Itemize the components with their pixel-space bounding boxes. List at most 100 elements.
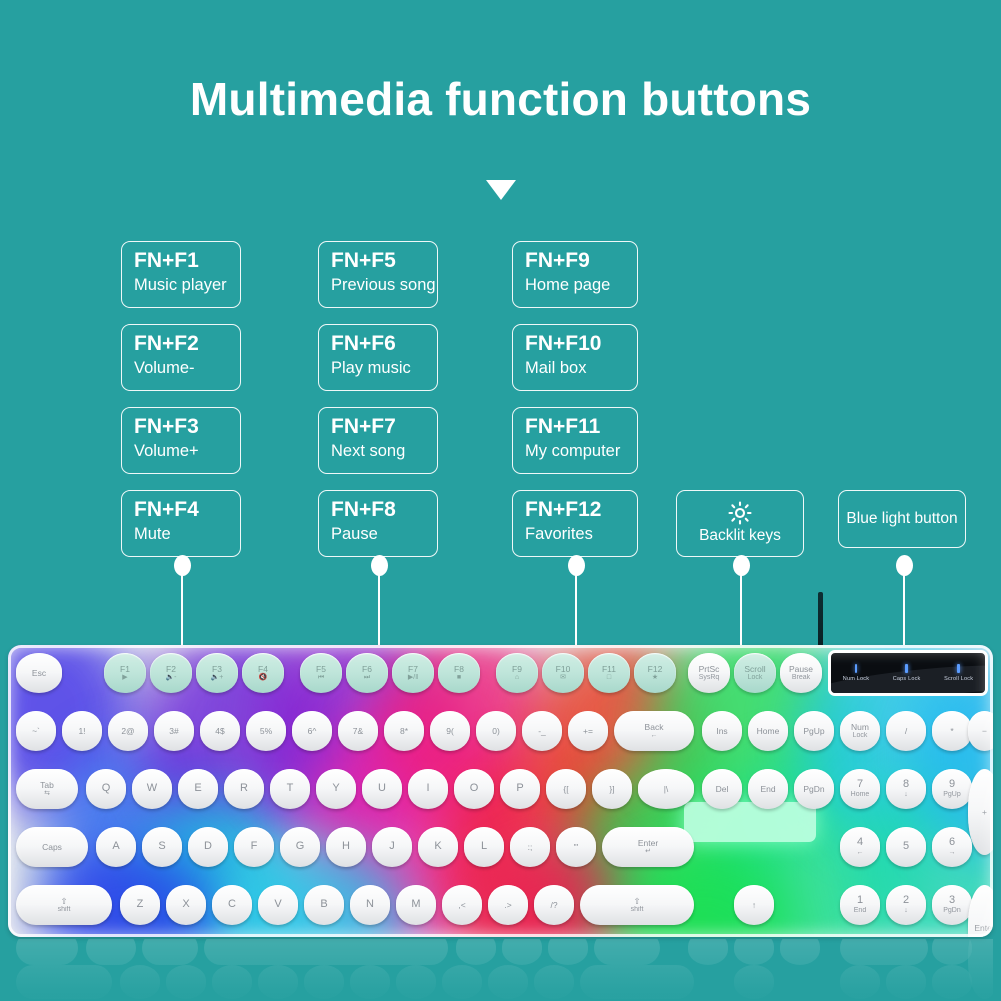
shortcut-card-fn-f6[interactable]: FN+F6 Play music <box>318 324 438 391</box>
key-tab[interactable]: Tab ⇆ <box>16 769 78 809</box>
shortcut-card-fn-f3[interactable]: FN+F3 Volume+ <box>121 407 241 474</box>
key-7[interactable]: 7 Home <box>840 769 880 809</box>
key-f6[interactable]: F6 ⏭ <box>346 653 388 693</box>
key-pgdn[interactable]: PgDn <box>794 769 834 809</box>
key-f12[interactable]: F12 ★ <box>634 653 676 693</box>
key-home[interactable]: Home <box>748 711 788 751</box>
backlit-keys-card[interactable]: Backlit keys <box>676 490 804 557</box>
key-[interactable]: -_ <box>522 711 562 751</box>
key-scroll[interactable]: Scroll Lock <box>734 653 776 693</box>
key-[interactable]: :; <box>510 827 550 867</box>
key-f9[interactable]: F9 ⌂ <box>496 653 538 693</box>
key-o[interactable]: O <box>454 769 494 809</box>
shortcut-card-fn-f11[interactable]: FN+F11 My computer <box>512 407 638 474</box>
key-m[interactable]: M <box>396 885 436 925</box>
key-f[interactable]: F <box>234 827 274 867</box>
shortcut-card-fn-f10[interactable]: FN+F10 Mail box <box>512 324 638 391</box>
key-ins[interactable]: Ins <box>702 711 742 751</box>
key-5[interactable]: 5% <box>246 711 286 751</box>
key-num[interactable]: Num Lock <box>840 711 880 751</box>
key-n[interactable]: N <box>350 885 390 925</box>
key-[interactable]: /? <box>534 885 574 925</box>
key-u[interactable]: U <box>362 769 402 809</box>
key-[interactable]: {[ <box>546 769 586 809</box>
key-d[interactable]: D <box>188 827 228 867</box>
key-r[interactable]: R <box>224 769 264 809</box>
key-[interactable]: − <box>968 711 993 751</box>
key-8[interactable]: 8* <box>384 711 424 751</box>
key-1[interactable]: 1! <box>62 711 102 751</box>
key-[interactable]: ⇧ shift <box>580 885 694 925</box>
key-prtsc[interactable]: PrtSc SysRq <box>688 653 730 693</box>
key-2[interactable]: 2 ↓ <box>886 885 926 925</box>
key-f2[interactable]: F2 🔈- <box>150 653 192 693</box>
shortcut-card-fn-f4[interactable]: FN+F4 Mute <box>121 490 241 557</box>
key-4[interactable]: 4 ← <box>840 827 880 867</box>
key-pgup[interactable]: PgUp <box>794 711 834 751</box>
key-5[interactable]: 5 <box>886 827 926 867</box>
key-[interactable]: "' <box>556 827 596 867</box>
key-3[interactable]: 3 PgDn <box>932 885 972 925</box>
key-8[interactable]: 8 ↓ <box>886 769 926 809</box>
key-9[interactable]: 9 PgUp <box>932 769 972 809</box>
key-f11[interactable]: F11 □ <box>588 653 630 693</box>
key-3[interactable]: 3# <box>154 711 194 751</box>
shortcut-card-fn-f1[interactable]: FN+F1 Music player <box>121 241 241 308</box>
shortcut-card-fn-f2[interactable]: FN+F2 Volume- <box>121 324 241 391</box>
shortcut-card-fn-f8[interactable]: FN+F8 Pause <box>318 490 438 557</box>
shortcut-card-fn-f5[interactable]: FN+F5 Previous song <box>318 241 438 308</box>
key-a[interactable]: A <box>96 827 136 867</box>
key-k[interactable]: K <box>418 827 458 867</box>
key-h[interactable]: H <box>326 827 366 867</box>
key-y[interactable]: Y <box>316 769 356 809</box>
shortcut-card-fn-f9[interactable]: FN+F9 Home page <box>512 241 638 308</box>
key-pause[interactable]: Pause Break <box>780 653 822 693</box>
key-i[interactable]: I <box>408 769 448 809</box>
key-g[interactable]: G <box>280 827 320 867</box>
key-[interactable]: }] <box>592 769 632 809</box>
key-l[interactable]: L <box>464 827 504 867</box>
key-4[interactable]: 4$ <box>200 711 240 751</box>
key-[interactable]: * <box>932 711 972 751</box>
key-1[interactable]: 1 End <box>840 885 880 925</box>
key-0[interactable]: 0) <box>476 711 516 751</box>
key-2[interactable]: 2@ <box>108 711 148 751</box>
shortcut-card-fn-f12[interactable]: FN+F12 Favorites <box>512 490 638 557</box>
key-6[interactable]: 6 → <box>932 827 972 867</box>
key-f10[interactable]: F10 ✉ <box>542 653 584 693</box>
key-[interactable]: += <box>568 711 608 751</box>
shortcut-card-fn-f7[interactable]: FN+F7 Next song <box>318 407 438 474</box>
key-f7[interactable]: F7 ▶/‖ <box>392 653 434 693</box>
key-c[interactable]: C <box>212 885 252 925</box>
key-back[interactable]: Back ← <box>614 711 694 751</box>
key-f3[interactable]: F3 🔈+ <box>196 653 238 693</box>
key-7[interactable]: 7& <box>338 711 378 751</box>
key-[interactable]: ,< <box>442 885 482 925</box>
key-end[interactable]: End <box>748 769 788 809</box>
key-f4[interactable]: F4 🔇 <box>242 653 284 693</box>
key-[interactable]: .> <box>488 885 528 925</box>
key-del[interactable]: Del <box>702 769 742 809</box>
key-j[interactable]: J <box>372 827 412 867</box>
key-caps[interactable]: Caps <box>16 827 88 867</box>
key-p[interactable]: P <box>500 769 540 809</box>
key-[interactable]: ⇧ shift <box>16 885 112 925</box>
key-x[interactable]: X <box>166 885 206 925</box>
key-w[interactable]: W <box>132 769 172 809</box>
key-z[interactable]: Z <box>120 885 160 925</box>
key-q[interactable]: Q <box>86 769 126 809</box>
key-6[interactable]: 6^ <box>292 711 332 751</box>
key-b[interactable]: B <box>304 885 344 925</box>
key-v[interactable]: V <box>258 885 298 925</box>
key-e[interactable]: E <box>178 769 218 809</box>
key-[interactable]: / <box>886 711 926 751</box>
key-s[interactable]: S <box>142 827 182 867</box>
blue-light-button-card[interactable]: Blue light button <box>838 490 966 548</box>
key-f1[interactable]: F1 ▶ <box>104 653 146 693</box>
key-9[interactable]: 9( <box>430 711 470 751</box>
key-f8[interactable]: F8 ■ <box>438 653 480 693</box>
key-f5[interactable]: F5 ⏮ <box>300 653 342 693</box>
keyboard[interactable]: Esc F1 ▶ F2 🔈- F3 🔈+ F4 🔇 F5 ⏮ F6 ⏭ F7 ▶/‖ F8 ■ F9 ⌂ F10 ✉ F1… <box>8 645 993 937</box>
key-esc[interactable]: Esc <box>16 653 62 693</box>
key-[interactable]: |\ <box>638 769 694 809</box>
